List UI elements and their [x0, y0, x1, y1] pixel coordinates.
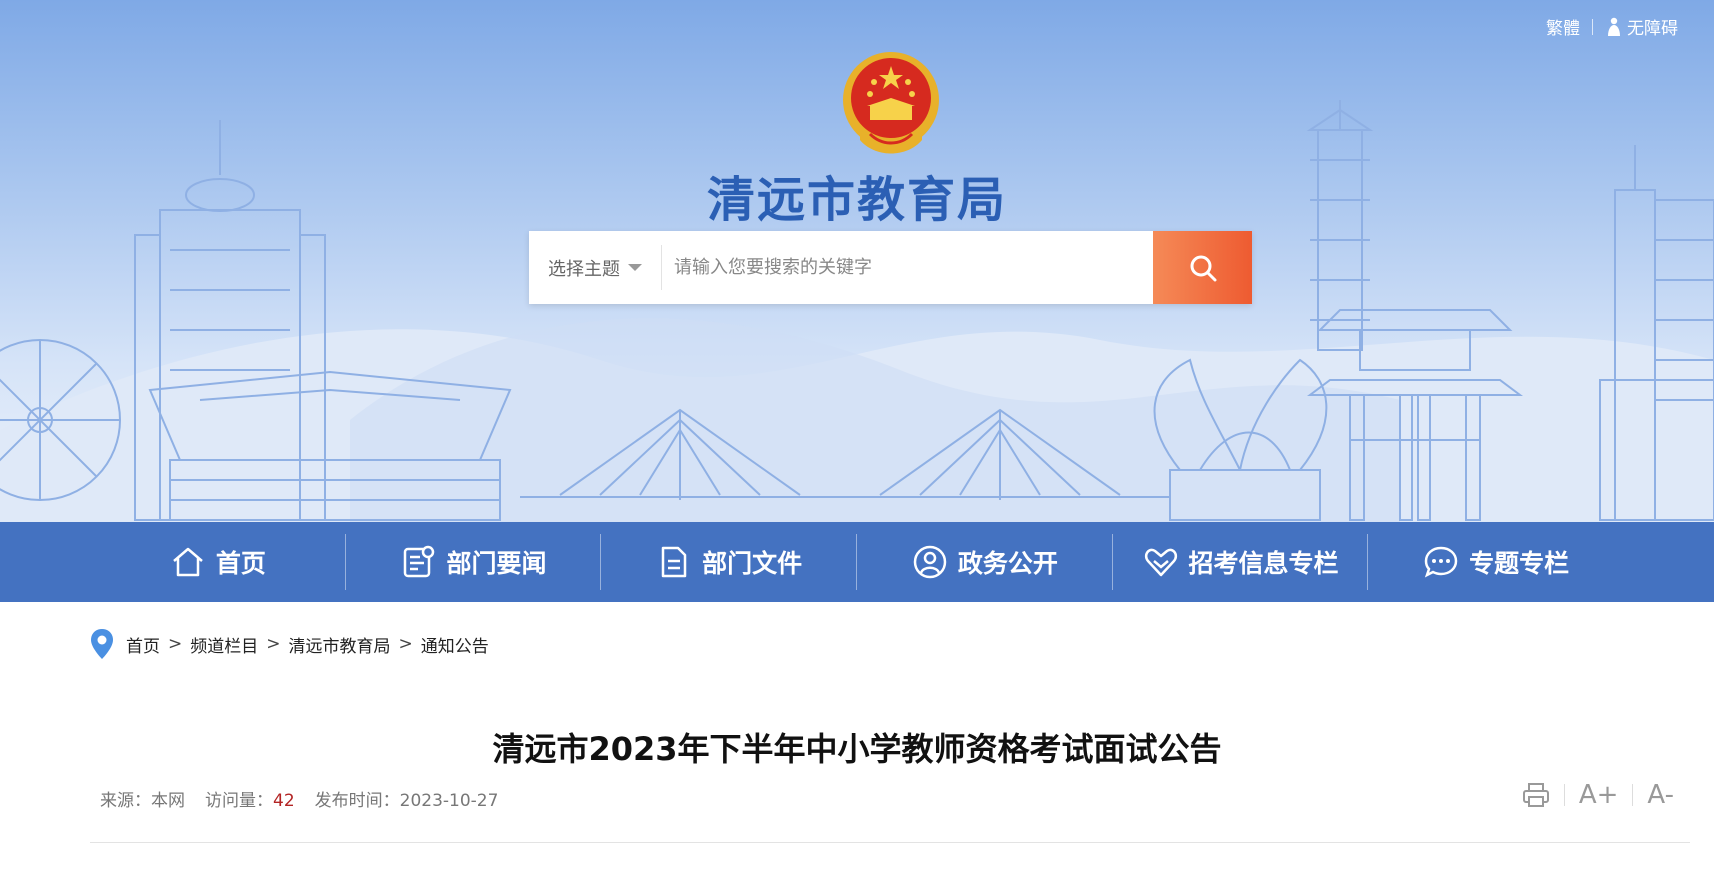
breadcrumb-channel[interactable]: 频道栏目	[190, 632, 258, 657]
source-value: 本网	[151, 791, 185, 811]
nav-item-label: 政务公开	[957, 549, 1058, 578]
article-views: 访问量：42	[205, 786, 295, 811]
search-button[interactable]	[1153, 231, 1252, 304]
search-input[interactable]	[662, 231, 1153, 304]
accessibility-icon	[1608, 17, 1620, 36]
traditional-chinese-link[interactable]: 繁體	[1546, 14, 1580, 39]
nav-item-label: 首页	[215, 549, 266, 578]
divider	[1563, 784, 1565, 806]
nav-item-label: 部门文件	[702, 549, 803, 578]
header-banner: 繁體 无障碍 清远市教育局 选择主题	[0, 0, 1714, 522]
breadcrumb-bureau[interactable]: 清远市教育局	[289, 632, 391, 657]
divider	[1632, 784, 1634, 806]
breadcrumb-separator: >	[398, 634, 413, 654]
nav-item-label: 招考信息专栏	[1188, 549, 1339, 578]
accessibility-label: 无障碍	[1627, 19, 1678, 39]
chat-icon	[1424, 546, 1458, 578]
article-tools: A+ A-	[1522, 780, 1674, 810]
breadcrumb-separator: >	[168, 634, 183, 654]
views-value: 42	[273, 791, 295, 811]
breadcrumb: 首页 > 频道栏目 > 清远市教育局 > 通知公告	[90, 628, 489, 660]
article-date: 发布时间：2023-10-27	[315, 786, 499, 811]
divider-line	[90, 842, 1690, 843]
user-circle-icon	[913, 545, 947, 579]
site-title: 清远市教育局	[706, 172, 1007, 228]
nav-item-special[interactable]: 专题专栏	[1368, 522, 1624, 602]
print-icon	[1522, 783, 1549, 807]
source-label: 来源：	[100, 791, 151, 811]
search-icon	[1190, 255, 1216, 281]
divider	[1592, 18, 1593, 35]
font-decrease-button[interactable]: A-	[1647, 780, 1674, 810]
national-emblem-icon	[843, 52, 939, 154]
nav-item-documents[interactable]: 部门文件	[601, 522, 857, 602]
nav-item-home[interactable]: 首页	[90, 522, 346, 602]
article-title: 清远市2023年下半年中小学教师资格考试面试公告	[492, 730, 1222, 768]
views-label: 访问量：	[205, 791, 273, 811]
nav-item-recruitment[interactable]: 招考信息专栏	[1113, 522, 1369, 602]
main-nav: 首页 部门要闻 部门文件 政务公开 招考信息专栏 专题专栏	[0, 522, 1714, 602]
print-button[interactable]	[1522, 782, 1550, 808]
breadcrumb-notices[interactable]: 通知公告	[421, 632, 489, 657]
nav-item-gov-affairs[interactable]: 政务公开	[857, 522, 1113, 602]
chevron-down-icon	[628, 264, 642, 271]
location-pin-icon	[91, 629, 113, 659]
topic-select-label: 选择主题	[548, 258, 620, 280]
heart-icon	[1144, 548, 1177, 577]
font-increase-button[interactable]: A+	[1579, 780, 1619, 810]
news-icon	[404, 545, 435, 578]
date-value: 2023-10-27	[399, 791, 499, 811]
nav-item-label: 专题专栏	[1469, 549, 1570, 578]
accessibility-link[interactable]: 无障碍	[1605, 14, 1678, 39]
breadcrumb-home[interactable]: 首页	[126, 632, 160, 657]
topic-select[interactable]: 选择主题	[529, 245, 662, 290]
top-utility-links: 繁體 无障碍	[1546, 14, 1678, 39]
breadcrumb-separator: >	[266, 634, 281, 654]
document-icon	[661, 546, 687, 578]
article-meta: 来源：本网 访问量：42 发布时间：2023-10-27	[100, 786, 498, 811]
date-label: 发布时间：	[314, 791, 400, 811]
nav-item-label: 部门要闻	[446, 549, 547, 578]
nav-item-news[interactable]: 部门要闻	[346, 522, 602, 602]
home-icon	[172, 547, 203, 577]
article-source: 来源：本网	[100, 786, 185, 811]
search-bar: 选择主题	[529, 231, 1252, 304]
